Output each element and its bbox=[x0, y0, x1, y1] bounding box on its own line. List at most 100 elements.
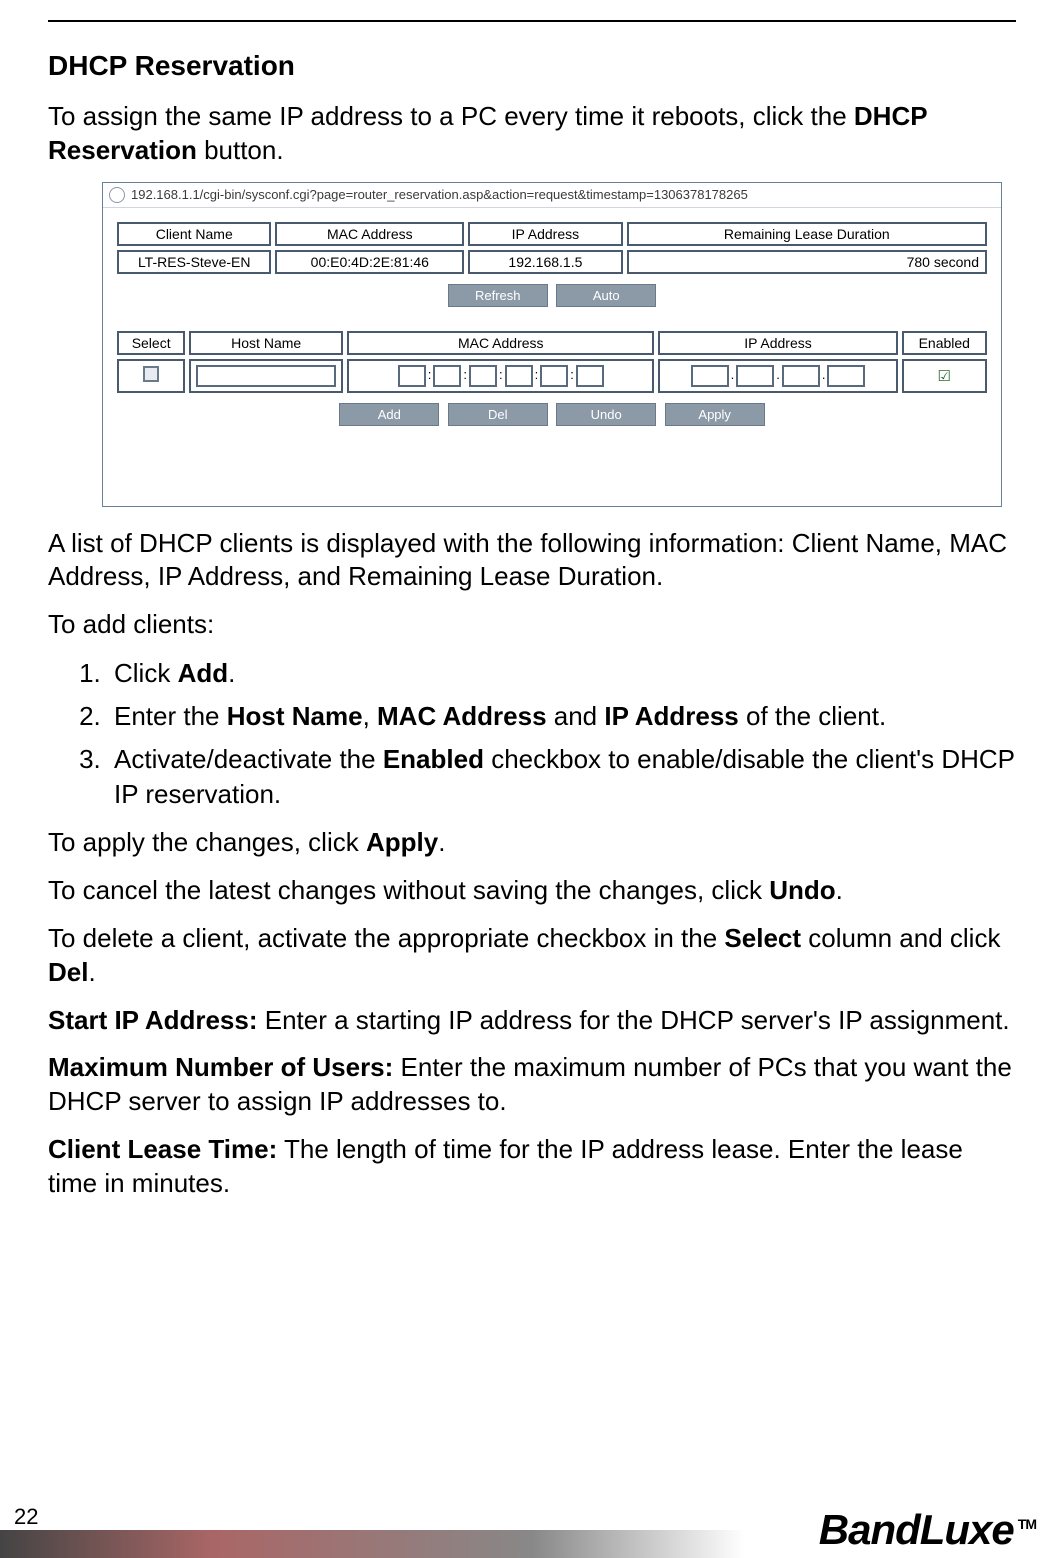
mac-sep: : bbox=[463, 367, 467, 382]
ip-sep: . bbox=[731, 367, 735, 382]
mac-input-cell: ::::: bbox=[347, 359, 654, 393]
res-header-select: Select bbox=[117, 331, 185, 355]
max-users-paragraph: Maximum Number of Users: Enter the maxim… bbox=[48, 1051, 1016, 1119]
lease-time-label: Client Lease Time: bbox=[48, 1134, 277, 1164]
brand-logo: BandLuxeTM bbox=[819, 1506, 1036, 1554]
intro-paragraph: To assign the same IP address to a PC ev… bbox=[48, 100, 1016, 168]
step1-post: . bbox=[228, 658, 235, 688]
start-ip-text: Enter a starting IP address for the DHCP… bbox=[258, 1005, 1010, 1035]
ip-sep: . bbox=[776, 367, 780, 382]
apply-pre: To apply the changes, click bbox=[48, 827, 366, 857]
del-b2: Del bbox=[48, 957, 88, 987]
mac-seg-4[interactable] bbox=[505, 365, 533, 387]
step2-b1: Host Name bbox=[227, 701, 363, 731]
ip-seg-2[interactable] bbox=[736, 365, 774, 387]
undo-post: . bbox=[836, 875, 843, 905]
lease-header-ip: IP Address bbox=[468, 222, 622, 246]
apply-button[interactable]: Apply bbox=[665, 403, 765, 426]
lease-header-client: Client Name bbox=[117, 222, 271, 246]
intro-text-pre: To assign the same IP address to a PC ev… bbox=[48, 101, 854, 131]
lease-mac-value: 00:E0:4D:2E:81:46 bbox=[275, 250, 464, 274]
step2-b2: MAC Address bbox=[377, 701, 547, 731]
mac-seg-2[interactable] bbox=[433, 365, 461, 387]
start-ip-paragraph: Start IP Address: Enter a starting IP ad… bbox=[48, 1004, 1016, 1038]
lease-table: Client Name MAC Address IP Address Remai… bbox=[113, 218, 991, 278]
step-1: Click Add. bbox=[108, 656, 1016, 691]
enabled-checkbox[interactable] bbox=[937, 368, 951, 382]
del-mid: column and click bbox=[801, 923, 1000, 953]
step2-post: of the client. bbox=[739, 701, 886, 731]
ip-seg-1[interactable] bbox=[691, 365, 729, 387]
del-b1: Select bbox=[724, 923, 801, 953]
lease-remaining-value: 780 second bbox=[627, 250, 987, 274]
add-button[interactable]: Add bbox=[339, 403, 439, 426]
step-2: Enter the Host Name, MAC Address and IP … bbox=[108, 699, 1016, 734]
apply-paragraph: To apply the changes, click Apply. bbox=[48, 826, 1016, 860]
steps-list: Click Add. Enter the Host Name, MAC Addr… bbox=[108, 656, 1016, 812]
host-name-input[interactable] bbox=[196, 365, 336, 387]
step2-mid2: and bbox=[547, 701, 605, 731]
res-header-enabled: Enabled bbox=[902, 331, 987, 355]
section-heading: DHCP Reservation bbox=[48, 50, 1016, 82]
lease-header-remaining: Remaining Lease Duration bbox=[627, 222, 987, 246]
res-header-host: Host Name bbox=[189, 331, 343, 355]
undo-pre: To cancel the latest changes without sav… bbox=[48, 875, 769, 905]
reservation-table: Select Host Name MAC Address IP Address … bbox=[113, 327, 991, 397]
mac-seg-1[interactable] bbox=[398, 365, 426, 387]
lease-client-value: LT-RES-Steve-EN bbox=[117, 250, 271, 274]
step2-b3: IP Address bbox=[604, 701, 738, 731]
del-button[interactable]: Del bbox=[448, 403, 548, 426]
ip-sep: . bbox=[822, 367, 826, 382]
lease-ip-value: 192.168.1.5 bbox=[468, 250, 622, 274]
select-checkbox[interactable] bbox=[143, 366, 159, 382]
start-ip-label: Start IP Address: bbox=[48, 1005, 258, 1035]
router-screenshot: 192.168.1.1/cgi-bin/sysconf.cgi?page=rou… bbox=[102, 182, 1002, 507]
mac-sep: : bbox=[428, 367, 432, 382]
mac-sep: : bbox=[535, 367, 539, 382]
step-3: Activate/deactivate the Enabled checkbox… bbox=[108, 742, 1016, 812]
trademark-symbol: TM bbox=[1018, 1516, 1036, 1532]
del-pre: To delete a client, activate the appropr… bbox=[48, 923, 724, 953]
del-post: . bbox=[88, 957, 95, 987]
add-clients-paragraph: To add clients: bbox=[48, 608, 1016, 642]
undo-paragraph: To cancel the latest changes without sav… bbox=[48, 874, 1016, 908]
favicon-icon bbox=[109, 187, 125, 203]
mac-sep: : bbox=[499, 367, 503, 382]
lease-header-row: Client Name MAC Address IP Address Remai… bbox=[117, 222, 987, 246]
delete-paragraph: To delete a client, activate the appropr… bbox=[48, 922, 1016, 990]
lease-data-row: LT-RES-Steve-EN 00:E0:4D:2E:81:46 192.16… bbox=[117, 250, 987, 274]
step2-pre: Enter the bbox=[114, 701, 227, 731]
lease-header-mac: MAC Address bbox=[275, 222, 464, 246]
reservation-input-row: ::::: ... bbox=[117, 359, 987, 393]
apply-bold: Apply bbox=[366, 827, 438, 857]
intro-text-post: button. bbox=[197, 135, 284, 165]
mac-sep: : bbox=[570, 367, 574, 382]
page-footer: 22 BandLuxeTM bbox=[0, 1498, 1064, 1558]
undo-bold: Undo bbox=[769, 875, 835, 905]
mac-seg-5[interactable] bbox=[540, 365, 568, 387]
step2-mid1: , bbox=[363, 701, 377, 731]
brand-text: BandLuxe bbox=[819, 1506, 1014, 1553]
ip-seg-4[interactable] bbox=[827, 365, 865, 387]
list-info-paragraph: A list of DHCP clients is displayed with… bbox=[48, 527, 1016, 595]
step1-bold: Add bbox=[178, 658, 229, 688]
lease-time-paragraph: Client Lease Time: The length of time fo… bbox=[48, 1133, 1016, 1201]
mac-seg-3[interactable] bbox=[469, 365, 497, 387]
url-text: 192.168.1.1/cgi-bin/sysconf.cgi?page=rou… bbox=[131, 187, 748, 202]
ip-input-cell: ... bbox=[658, 359, 897, 393]
max-users-label: Maximum Number of Users: bbox=[48, 1052, 393, 1082]
step1-pre: Click bbox=[114, 658, 178, 688]
auto-button[interactable]: Auto bbox=[556, 284, 656, 307]
mac-seg-6[interactable] bbox=[576, 365, 604, 387]
address-bar: 192.168.1.1/cgi-bin/sysconf.cgi?page=rou… bbox=[103, 183, 1001, 208]
refresh-button[interactable]: Refresh bbox=[448, 284, 548, 307]
res-header-mac: MAC Address bbox=[347, 331, 654, 355]
ip-seg-3[interactable] bbox=[782, 365, 820, 387]
reservation-header-row: Select Host Name MAC Address IP Address … bbox=[117, 331, 987, 355]
undo-button[interactable]: Undo bbox=[556, 403, 656, 426]
apply-post: . bbox=[438, 827, 445, 857]
page-number: 22 bbox=[14, 1504, 38, 1530]
step3-pre: Activate/deactivate the bbox=[114, 744, 383, 774]
res-header-ip: IP Address bbox=[658, 331, 897, 355]
step3-bold: Enabled bbox=[383, 744, 484, 774]
